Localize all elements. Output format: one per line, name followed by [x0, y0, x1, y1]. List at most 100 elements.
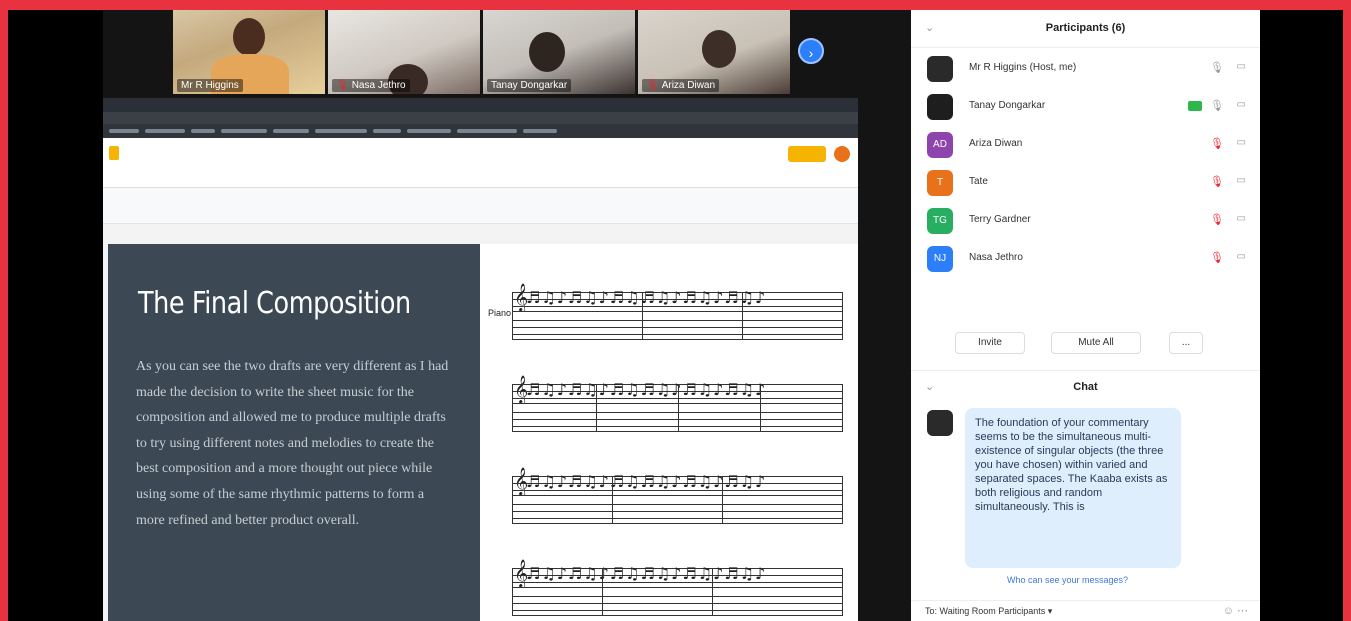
score-system: Piano 𝄞 ♬♫♪♬♫♪♬♫♬♫♪♬♫♪♬♫♪ — [488, 274, 848, 366]
mic-muted-icon[interactable]: 🎙 — [1210, 137, 1224, 150]
avatar — [927, 410, 953, 436]
participant-row[interactable]: NJ Nasa Jethro 🎙 ▭ — [911, 242, 1260, 278]
avatar — [927, 56, 953, 82]
instrument-label: Piano — [488, 308, 512, 318]
participants-actions: Invite Mute All ... — [911, 326, 1260, 360]
side-panel: ⌄ Participants (6) Mr R Higgins (Host, m… — [911, 10, 1260, 621]
bar-line — [512, 292, 513, 340]
video-name-label: 🎙 Nasa Jethro — [332, 79, 410, 92]
bookmark — [315, 129, 367, 133]
avatar: T — [927, 170, 953, 196]
video-name-label: Mr R Higgins — [177, 79, 243, 92]
video-tile[interactable]: Tanay Dongarkar — [483, 10, 635, 94]
note-group: ♬♫♪♬♫♪♬♫♬♫♪♬♫♪♬♫♪ — [526, 472, 767, 491]
bar-line — [842, 568, 843, 616]
staff — [512, 412, 842, 432]
participant-row[interactable]: Mr R Higgins (Host, me) 🎙 ▭ — [911, 52, 1260, 88]
video-tile[interactable]: Mr R Higgins — [173, 10, 325, 94]
video-name-label: 🎙 Ariza Diwan — [642, 79, 720, 92]
participants-header: ⌄ Participants (6) — [911, 10, 1260, 48]
note-group: ♬♫♪♬♫♪♬♫♬♫♪♬♫♪♬♫♪ — [526, 288, 767, 307]
score-system: 𝄞 ♬♫♪♬♫♪♬♫♬♫♪♬♫♪♬♫♪ — [492, 458, 848, 550]
note-group: ♬♫♪♬♫♪♬♫♬♫♪♬♫♪♬♫♪ — [526, 564, 767, 583]
shared-browser-window: The Final Composition As you can see the… — [103, 98, 858, 621]
bookmark — [145, 129, 185, 133]
chat-title: Chat — [1073, 381, 1098, 393]
video-strip: Mr R Higgins 🎙 Nasa Jethro Tanay Dongarka… — [173, 10, 813, 96]
participant-name: Tate — [969, 176, 988, 187]
avatar: AD — [927, 132, 953, 158]
participant-row[interactable]: AD Ariza Diwan 🎙 ▭ — [911, 128, 1260, 164]
participant-name: Nasa Jethro — [969, 252, 1023, 263]
video-tile[interactable]: 🎙 Nasa Jethro — [328, 10, 480, 94]
bookmarks-bar — [103, 124, 858, 138]
avatar — [927, 94, 953, 120]
participant-face — [233, 18, 265, 56]
slide-title: The Final Composition — [138, 286, 411, 321]
bookmark — [221, 129, 267, 133]
note-group: ♬♫♪♬♫♪♬♫♬♫♪♬♫♪♬♫♪ — [526, 380, 767, 399]
participant-row[interactable]: TG Terry Gardner 🎙 ▭ — [911, 204, 1260, 240]
slide-canvas: The Final Composition As you can see the… — [108, 244, 858, 621]
slides-logo-icon — [109, 146, 119, 160]
bar-line — [842, 292, 843, 340]
participant-name: Tanay Dongarkar — [969, 100, 1046, 111]
video-tile[interactable]: 🎙 Ariza Diwan — [638, 10, 790, 94]
bookmark — [407, 129, 451, 133]
bookmark — [457, 129, 517, 133]
mute-all-button[interactable]: Mute All — [1051, 332, 1141, 354]
participants-title: Participants (6) — [1045, 22, 1126, 34]
present-button[interactable] — [788, 146, 826, 162]
mic-muted-icon[interactable]: 🎙 — [1210, 175, 1224, 188]
chat-footer: To: Waiting Room Participants ▾ ☺ ⋯ — [911, 600, 1260, 621]
invite-button[interactable]: Invite — [955, 332, 1025, 354]
staff — [512, 596, 842, 616]
participant-face — [529, 32, 565, 72]
bookmark — [273, 129, 309, 133]
shared-screen-area: Mr R Higgins 🎙 Nasa Jethro Tanay Dongarka… — [103, 10, 911, 621]
participant-row[interactable]: Tanay Dongarkar 🎙 ▭ — [911, 90, 1260, 126]
camera-icon[interactable]: ▭ — [1237, 251, 1246, 262]
mic-muted-icon[interactable]: 🎙 — [1210, 213, 1224, 226]
sheet-music: Piano 𝄞 ♬♫♪♬♫♪♬♫♬♫♪♬♫♪♬♫♪ 𝄞 ♬♫♪♬♫♪♬♫♬♫♪♬… — [488, 274, 848, 621]
score-system: 𝄞 ♬♫♪♬♫♪♬♫♬♫♪♬♫♪♬♫♪ — [492, 366, 848, 458]
slide-body-text: As you can see the two drafts are very d… — [136, 359, 449, 528]
bookmark — [373, 129, 401, 133]
participant-name: Ariza Diwan — [969, 138, 1023, 149]
slide-text-panel: The Final Composition As you can see the… — [108, 244, 480, 621]
meeting-window: Mr R Higgins 🎙 Nasa Jethro Tanay Dongarka… — [8, 10, 1343, 621]
camera-icon[interactable]: ▭ — [1237, 137, 1246, 148]
staff — [512, 320, 842, 340]
more-button[interactable]: ... — [1169, 332, 1203, 354]
bar-line — [512, 384, 513, 432]
emoji-icon[interactable]: ☺ ⋯ — [1223, 604, 1248, 617]
screen-share-icon — [1188, 101, 1202, 111]
mic-icon[interactable]: 🎙 — [1210, 61, 1224, 74]
camera-icon[interactable]: ▭ — [1237, 213, 1246, 224]
camera-icon[interactable]: ▭ — [1237, 61, 1246, 72]
avatar[interactable] — [834, 146, 850, 162]
camera-icon[interactable]: ▭ — [1237, 175, 1246, 186]
chat-recipient-select[interactable]: To: Waiting Room Participants ▾ — [925, 606, 1052, 617]
avatar: TG — [927, 208, 953, 234]
next-page-icon[interactable]: › — [798, 38, 824, 64]
mic-muted-icon[interactable]: 🎙 — [1210, 251, 1224, 264]
camera-icon[interactable]: ▭ — [1237, 99, 1246, 110]
mic-muted-icon: 🎙 — [646, 80, 659, 91]
staff — [512, 504, 842, 524]
participant-row[interactable]: T Tate 🎙 ▭ — [911, 166, 1260, 202]
bookmark — [191, 129, 215, 133]
browser-address-bar — [103, 112, 858, 124]
mic-muted-icon: 🎙 — [336, 80, 349, 91]
bar-line — [842, 384, 843, 432]
mic-icon[interactable]: 🎙 — [1210, 99, 1224, 112]
score-system: 𝄞 ♬♫♪♬♫♪♬♫♬♫♪♬♫♪♬♫♪ — [492, 550, 848, 621]
browser-tab-bar — [103, 98, 858, 112]
slides-toolbar — [103, 138, 858, 188]
slide-ruler — [103, 188, 858, 224]
bar-line — [842, 476, 843, 524]
chat-visibility-link[interactable]: Who can see your messages? — [1007, 575, 1128, 585]
chat-message: The foundation of your commentary seems … — [965, 408, 1181, 568]
participant-name: Terry Gardner — [969, 214, 1031, 225]
bookmark — [109, 129, 139, 133]
